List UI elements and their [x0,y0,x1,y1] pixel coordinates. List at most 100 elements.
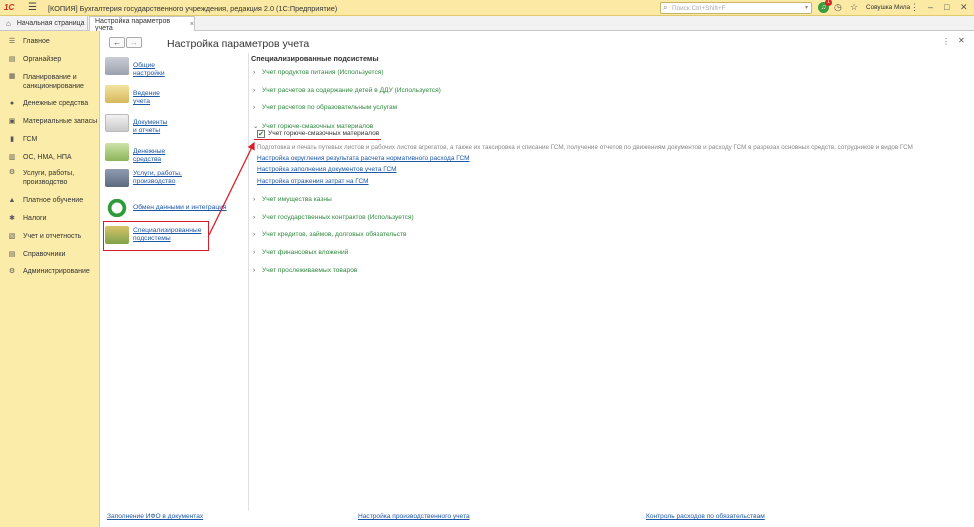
nav-label: Документы и отчеты [133,119,168,134]
accounting-book-icon [105,85,129,103]
sidebar-item-fuel[interactable]: ▮ ГСМ [0,135,100,144]
sidebar-item-education[interactable]: ▲ Платное обучение [0,196,100,205]
sidebar-item-admin[interactable]: ⚙ Администрирование [0,267,100,276]
chevron-right-icon: › [253,104,256,111]
nav-documents-reports[interactable]: Документы и отчеты [105,114,167,134]
search-icon: ⌕ [663,3,668,12]
group-education-services[interactable]: › Учет расчетов по образовательным услуга… [253,104,397,111]
nav-label: Обмен данными и интеграция [133,204,227,211]
planning-icon: ▦ [8,73,16,80]
sidebar-item-materials[interactable]: ▣ Материальные запасы [0,117,100,126]
sidebar: ☰ Главное ▤ Органайзер ▦ Планирование и сан… [0,31,100,527]
sync-icon [105,199,129,217]
sidebar-item-label: Учет и отчетность [23,233,82,240]
chevron-right-icon: › [253,214,256,221]
nav-label: Ведение учета [133,90,160,105]
main-menu-icon[interactable]: ☰ [28,2,37,13]
close-tab-icon[interactable]: × [190,21,194,28]
close-form-icon[interactable]: ✕ [958,36,965,45]
fuel-icon: ▮ [10,135,14,143]
link-fuel-doc-filling[interactable]: Настройка заполнения документов учета ГС… [257,166,397,173]
sidebar-item-organizer[interactable]: ▤ Органайзер [0,55,100,64]
search-input[interactable]: ⌕ Поиск Ctrl+Shift+F ▾ [660,2,812,14]
sidebar-item-services[interactable]: ⚙ Услуги, работы, производство [0,169,100,187]
group-food-accounting[interactable]: › Учет продуктов питания (Используется) [253,69,384,76]
more-actions-icon[interactable]: ⋮ [942,37,950,46]
minimize-icon[interactable]: – [928,2,933,12]
tab-accounting-settings[interactable]: Настройка параметров учета × [89,16,195,32]
tab-home[interactable]: ⌂ Начальная страница [0,16,88,31]
settings-icon[interactable]: ⋮ [910,2,919,13]
notification-badge: 1 [825,0,832,6]
nav-money[interactable]: Денежные средства [105,143,165,163]
group-label: Учет кредитов, займов, долговых обязател… [262,231,407,238]
directories-icon: ▤ [8,250,16,258]
reporting-icon: ▧ [8,232,16,240]
group-label: Учет государственных контрактов (Использ… [262,214,414,221]
close-window-icon[interactable]: ✕ [960,2,968,13]
fuel-description: Подготовка и печать путевых листов и раб… [257,144,913,151]
group-financial-investments[interactable]: › Учет финансовых вложений [253,249,348,256]
notifications-bell-icon[interactable]: ♫ 1 [818,0,832,13]
divider [248,53,249,511]
sidebar-item-taxes[interactable]: ✱ Налоги [0,214,100,223]
home-icon: ⌂ [6,19,11,28]
chevron-right-icon: › [253,87,256,94]
sidebar-item-label: Материальные запасы [23,118,98,125]
fuel-checkbox[interactable]: ✔ [257,130,265,138]
sidebar-item-label: Услуги, работы, производство [23,170,75,186]
sidebar-item-main[interactable]: ☰ Главное [0,37,100,46]
title-bar: 1С ☰ [КОПИЯ] Бухгалтерия государственног… [0,0,974,16]
services-icon [105,169,129,187]
search-placeholder: Поиск Ctrl+Shift+F [672,5,726,12]
sidebar-item-assets[interactable]: ▥ ОС, НМА, НПА [0,153,100,162]
favorites-star-icon[interactable]: ☆ [850,2,858,13]
group-traceable-goods[interactable]: › Учет прослеживаемых товаров [253,267,357,274]
money-icon: ● [9,99,15,107]
nav-data-exchange[interactable]: Обмен данными и интеграция [105,199,227,217]
user-name[interactable]: Совушка Мила [866,4,910,11]
group-kindergarten[interactable]: › Учет расчетов за содержание детей в ДДУ… [253,87,441,94]
assets-icon: ▥ [8,153,16,161]
nav-accounting[interactable]: Ведение учета [105,85,160,105]
sidebar-item-label: Администрирование [23,268,90,275]
sidebar-item-money[interactable]: ● Денежные средства [0,99,100,108]
highlight-box [103,221,209,251]
taxes-icon: ✱ [9,214,15,222]
group-label: Учет финансовых вложений [262,249,349,256]
group-state-contracts[interactable]: › Учет государственных контрактов (Исполь… [253,214,414,221]
sidebar-item-planning[interactable]: ▦ Планирование и санкционирование [0,73,100,91]
forward-button[interactable]: → [126,37,142,48]
group-label: Учет прослеживаемых товаров [262,267,358,274]
maximize-icon[interactable]: □ [944,2,949,12]
group-treasury-property[interactable]: › Учет имущества казны [253,196,332,203]
group-label: Учет имущества казны [262,196,332,203]
back-button[interactable]: ← [109,37,125,48]
home-icon: ☰ [8,37,16,45]
link-production-accounting[interactable]: Настройка производственного учета [358,513,470,520]
sidebar-item-reporting[interactable]: ▧ Учет и отчетность [0,232,100,241]
nav-label: Услуги, работы, производство [133,170,182,185]
sidebar-item-label: Главное [23,38,50,45]
nav-general-settings[interactable]: Общие настройки [105,57,165,77]
link-expense-control[interactable]: Контроль расходов по обязательствам [646,513,765,520]
chevron-down-icon[interactable]: ▾ [805,4,808,11]
organizer-icon: ▤ [8,55,16,63]
general-settings-icon [105,57,129,75]
nav-label: Денежные средства [133,148,166,163]
link-ifo-filling[interactable]: Заполнение ИФО в документах [107,513,203,520]
fuel-checkbox-label: Учет горюче-смазочных материалов [268,130,380,137]
1c-logo-icon: 1С [4,3,15,12]
sidebar-item-label: Планирование и санкционирование [23,74,84,90]
nav-services[interactable]: Услуги, работы, производство [105,169,182,187]
chevron-right-icon: › [253,196,256,203]
link-fuel-costs[interactable]: Настройка отражения затрат на ГСМ [257,178,369,185]
link-fuel-rounding[interactable]: Настройка округления результата расчета … [257,155,470,162]
history-icon[interactable]: ◷ [834,2,842,13]
fuel-checkbox-row[interactable]: ✔ Учет горюче-смазочных материалов [254,129,381,140]
tab-settings-label: Настройка параметров учета [95,17,171,32]
chevron-right-icon: › [253,249,256,256]
app-title: [КОПИЯ] Бухгалтерия государственного учр… [48,4,338,13]
sidebar-item-directories[interactable]: ▤ Справочники [0,250,100,259]
group-credits-loans[interactable]: › Учет кредитов, займов, долговых обязате… [253,231,406,238]
